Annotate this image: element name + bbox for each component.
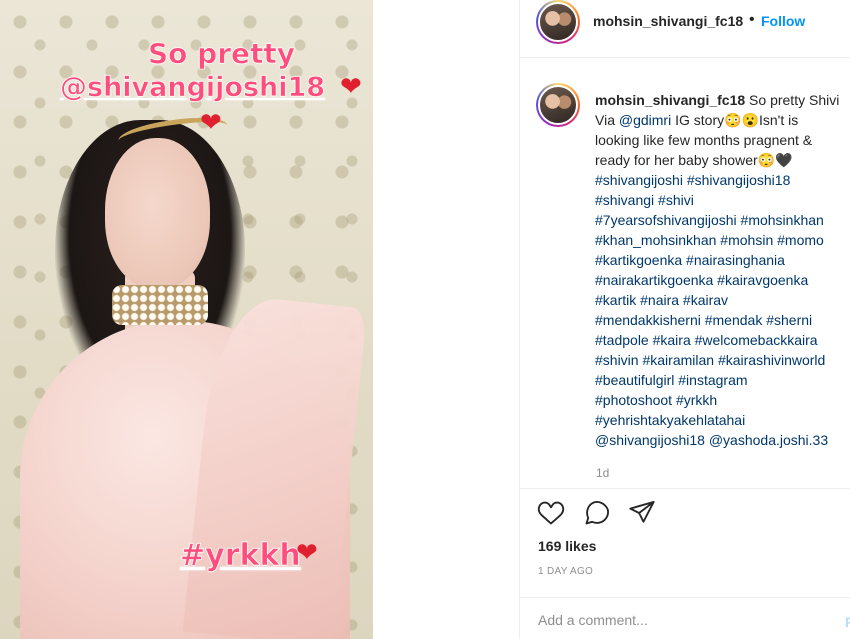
like-button[interactable]: [537, 499, 565, 527]
caption-line: ready for her baby shower😳🖤: [595, 152, 793, 168]
hashtag-link[interactable]: #shivin #kairamilan #kairashivinworld: [595, 350, 850, 370]
hashtag-link[interactable]: #yehrishtakyakehlatahai: [595, 410, 850, 430]
caption-line: mohsin_shivangi_fc18 So pretty Shivi: [595, 90, 850, 110]
caption-text: IG story😳😮Isn't is: [671, 112, 799, 128]
hashtag-link[interactable]: #tadpole #kaira #welcomebackkaira: [595, 330, 850, 350]
follow-button[interactable]: Follow: [761, 13, 805, 29]
add-comment-input[interactable]: [538, 612, 818, 628]
caption-line: Via @gdimri IG story😳😮Isn't is: [595, 110, 850, 130]
comment-icon: [585, 500, 610, 525]
post-header: mohsin_shivangi_fc18 • Follow: [520, 0, 850, 58]
caption-text: Via: [595, 112, 619, 128]
story-text-hashtag: #yrkkh: [180, 538, 301, 574]
likes-count[interactable]: 169 likes: [538, 538, 596, 554]
caption-avatar[interactable]: [536, 83, 580, 127]
story-text-so-pretty: So pretty: [148, 37, 296, 71]
story-heart-icon: ❤: [296, 538, 318, 568]
post-side-panel: mohsin_shivangi_fc18 • Follow mohsin_shi…: [519, 0, 850, 639]
mention-link[interactable]: @shivangijoshi18 @yashoda.joshi.33: [595, 430, 850, 450]
comment-button[interactable]: [583, 499, 611, 527]
divider: [520, 488, 850, 489]
hashtag-link[interactable]: #shivangijoshi #shivangijoshi18: [595, 170, 850, 190]
photo-face: [105, 138, 210, 288]
caption-text: So pretty Shivi: [745, 92, 840, 108]
story-heart-icon: ❤: [340, 72, 362, 102]
caption-time-ago[interactable]: 1d: [596, 466, 609, 480]
hashtag-link[interactable]: #nairakartikgoenka #kairavgoenka: [595, 270, 850, 290]
story-text-mention: @shivangijoshi18: [60, 72, 326, 104]
post-caption: mohsin_shivangi_fc18 So pretty Shivi Via…: [595, 90, 850, 450]
hashtag-link[interactable]: #kartik #naira #kairav: [595, 290, 850, 310]
caption-username[interactable]: mohsin_shivangi_fc18: [595, 92, 745, 108]
post-date[interactable]: 1 DAY AGO: [538, 566, 593, 577]
heart-outline-icon: [537, 501, 565, 525]
hashtag-link[interactable]: #7yearsofshivangijoshi #mohsinkhan: [595, 210, 850, 230]
hashtag-link[interactable]: #khan_mohsinkhan #mohsin #momo: [595, 230, 850, 250]
hashtag-link[interactable]: #photoshoot #yrkkh: [595, 390, 850, 410]
avatar[interactable]: [536, 0, 580, 44]
mention-link[interactable]: @gdimri: [619, 112, 671, 128]
hashtag-link[interactable]: #kartikgoenka #nairasinghania: [595, 250, 850, 270]
hashtag-link[interactable]: #shivangi #shivi: [595, 190, 850, 210]
paper-plane-icon: [629, 500, 655, 523]
post-comment-button[interactable]: P: [845, 614, 850, 630]
hashtag-link[interactable]: #mendakkisherni #mendak #sherni: [595, 310, 850, 330]
divider: [520, 597, 850, 598]
separator-dot: •: [749, 11, 755, 28]
story-heart-icon: ❤: [200, 108, 222, 138]
post-photo[interactable]: So pretty @shivangijoshi18 ❤ ❤ #yrkkh ❤: [0, 0, 373, 639]
hashtag-link[interactable]: #beautifulgirl #instagram: [595, 370, 850, 390]
caption-line: looking like few months pragnent &: [595, 132, 813, 148]
photo-choker: [112, 285, 208, 325]
share-button[interactable]: [628, 499, 656, 527]
header-username[interactable]: mohsin_shivangi_fc18: [593, 13, 743, 29]
